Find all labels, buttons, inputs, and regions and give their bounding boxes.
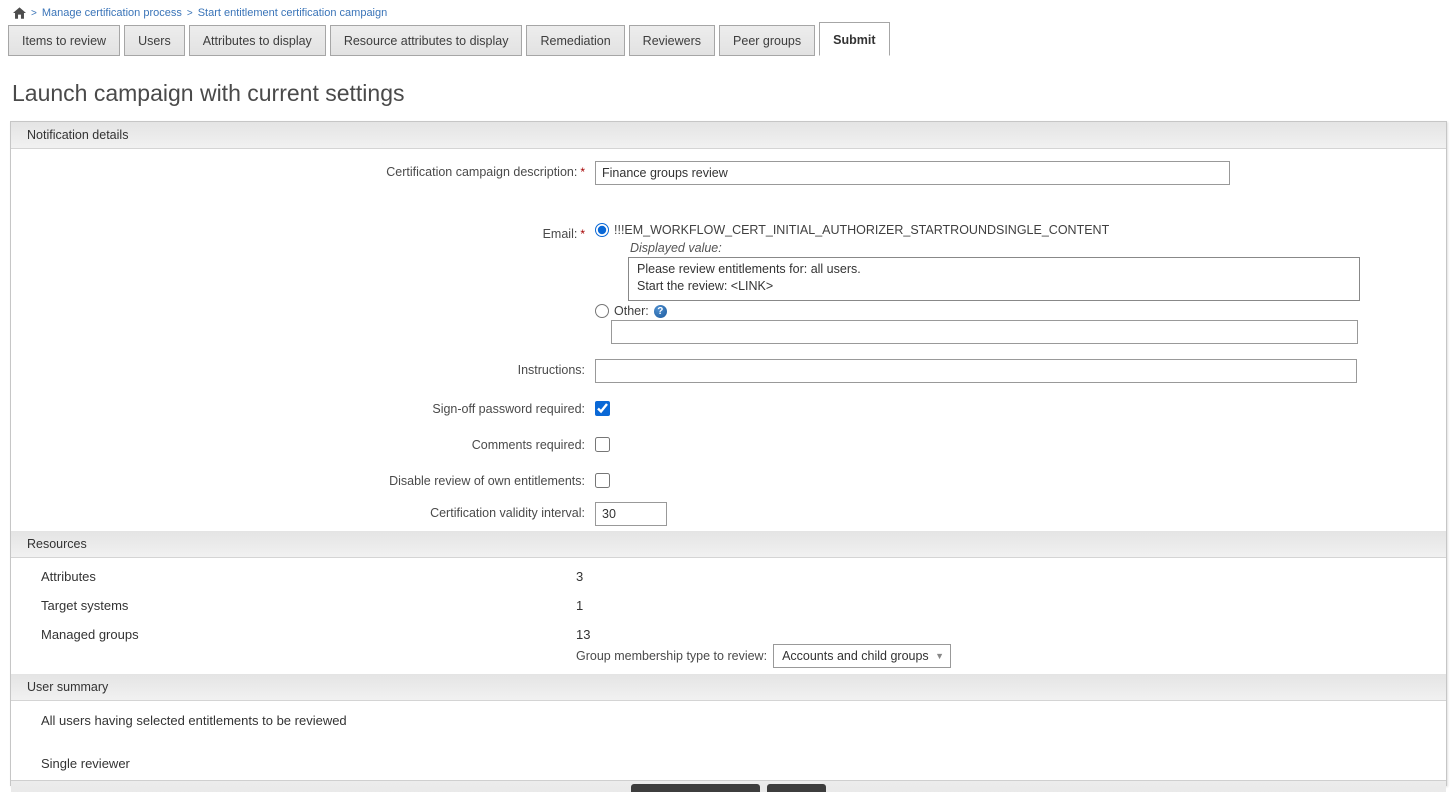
validity-interval-input[interactable] — [595, 502, 667, 526]
row-instructions: Instructions: — [11, 359, 1446, 383]
signoff-password-label: Sign-off password required: — [11, 398, 585, 416]
validity-interval-label: Certification validity interval: — [11, 502, 585, 520]
displayed-value-line2: Start the review: <LINK> — [637, 278, 1351, 295]
email-template-label: !!!EM_WORKFLOW_CERT_INITIAL_AUTHORIZER_S… — [614, 223, 1109, 237]
page-title: Launch campaign with current settings — [0, 56, 1455, 121]
comments-required-label: Comments required: — [11, 434, 585, 452]
disable-own-review-checkbox[interactable] — [595, 473, 610, 488]
target-systems-value: 1 — [576, 598, 1446, 613]
row-validity-interval: Certification validity interval: — [11, 502, 1446, 526]
email-other-label: Other: — [614, 304, 649, 318]
group-membership-label: Group membership type to review: — [576, 649, 767, 663]
email-other-input[interactable] — [611, 320, 1358, 344]
row-comments-required: Comments required: — [11, 434, 1446, 457]
target-systems-label: Target systems — [41, 598, 576, 613]
managed-groups-value: 13 — [576, 627, 1446, 642]
email-template-radio[interactable] — [595, 223, 609, 237]
managed-groups-label: Managed groups — [41, 627, 576, 642]
email-label: Email:* — [11, 223, 585, 241]
row-group-membership-type: Group membership type to review: Account… — [576, 644, 1446, 668]
tab-users[interactable]: Users — [124, 25, 185, 56]
chevron-down-icon: ▼ — [935, 651, 944, 661]
user-summary-users-line: All users having selected entitlements t… — [41, 713, 1446, 728]
user-summary-reviewer-line: Single reviewer — [41, 756, 1446, 771]
resource-row-target-systems: Target systems 1 — [11, 598, 1446, 613]
required-marker: * — [580, 227, 585, 241]
email-other-radio[interactable] — [595, 304, 609, 318]
displayed-value-label: Displayed value: — [630, 241, 1446, 255]
attributes-label: Attributes — [41, 569, 576, 584]
save-button[interactable]: Save — [767, 784, 826, 792]
group-membership-selected-value: Accounts and child groups — [782, 649, 929, 663]
campaign-description-label: Certification campaign description:* — [11, 161, 585, 179]
row-campaign-description: Certification campaign description:* — [11, 161, 1446, 185]
attributes-value: 3 — [576, 569, 1446, 584]
row-signoff-password: Sign-off password required: — [11, 398, 1446, 421]
tab-remediation[interactable]: Remediation — [526, 25, 624, 56]
notification-form: Certification campaign description:* Ema… — [11, 149, 1446, 531]
disable-own-review-label: Disable review of own entitlements: — [11, 470, 585, 488]
resource-row-managed-groups: Managed groups 13 — [11, 627, 1446, 642]
email-template-option: !!!EM_WORKFLOW_CERT_INITIAL_AUTHORIZER_S… — [595, 223, 1446, 237]
tab-bar: Items to review Users Attributes to disp… — [0, 22, 1455, 56]
resource-row-attributes: Attributes 3 — [11, 569, 1446, 584]
section-header-user-summary: User summary — [11, 674, 1446, 701]
required-marker: * — [580, 165, 585, 179]
instructions-label: Instructions: — [11, 359, 585, 377]
breadcrumb-link-start-campaign[interactable]: Start entitlement certification campaign — [198, 7, 388, 19]
group-membership-select[interactable]: Accounts and child groups ▼ — [773, 644, 951, 668]
comments-required-checkbox[interactable] — [595, 437, 610, 452]
resources-summary: Attributes 3 Target systems 1 Managed gr… — [11, 558, 1446, 674]
breadcrumb: > Manage certification process > Start e… — [0, 0, 1455, 22]
breadcrumb-separator: > — [187, 8, 193, 19]
row-email: Email:* !!!EM_WORKFLOW_CERT_INITIAL_AUTH… — [11, 223, 1446, 344]
row-disable-own-review: Disable review of own entitlements: — [11, 470, 1446, 493]
footer-action-bar: Launch campaign Save — [11, 780, 1446, 792]
instructions-input[interactable] — [595, 359, 1357, 383]
displayed-value-line1: Please review entitlements for: all user… — [637, 261, 1351, 278]
user-summary-body: All users having selected entitlements t… — [11, 701, 1446, 780]
signoff-password-checkbox[interactable] — [595, 401, 610, 416]
section-header-notification-details: Notification details — [11, 122, 1446, 149]
displayed-value-box: Please review entitlements for: all user… — [628, 257, 1360, 301]
tab-peer-groups[interactable]: Peer groups — [719, 25, 815, 56]
breadcrumb-link-manage-certification[interactable]: Manage certification process — [42, 7, 182, 19]
tab-attributes-to-display[interactable]: Attributes to display — [189, 25, 326, 56]
email-other-option: Other: ? — [595, 304, 1446, 318]
home-icon[interactable] — [13, 7, 26, 19]
tab-submit[interactable]: Submit — [819, 22, 889, 56]
launch-campaign-button[interactable]: Launch campaign — [631, 784, 760, 792]
help-icon[interactable]: ? — [654, 305, 667, 318]
section-header-resources: Resources — [11, 531, 1446, 558]
tab-resource-attributes-to-display[interactable]: Resource attributes to display — [330, 25, 523, 56]
main-panel: Notification details Certification campa… — [10, 121, 1447, 786]
tab-reviewers[interactable]: Reviewers — [629, 25, 715, 56]
tab-items-to-review[interactable]: Items to review — [8, 25, 120, 56]
campaign-description-input[interactable] — [595, 161, 1230, 185]
breadcrumb-separator: > — [31, 8, 37, 19]
